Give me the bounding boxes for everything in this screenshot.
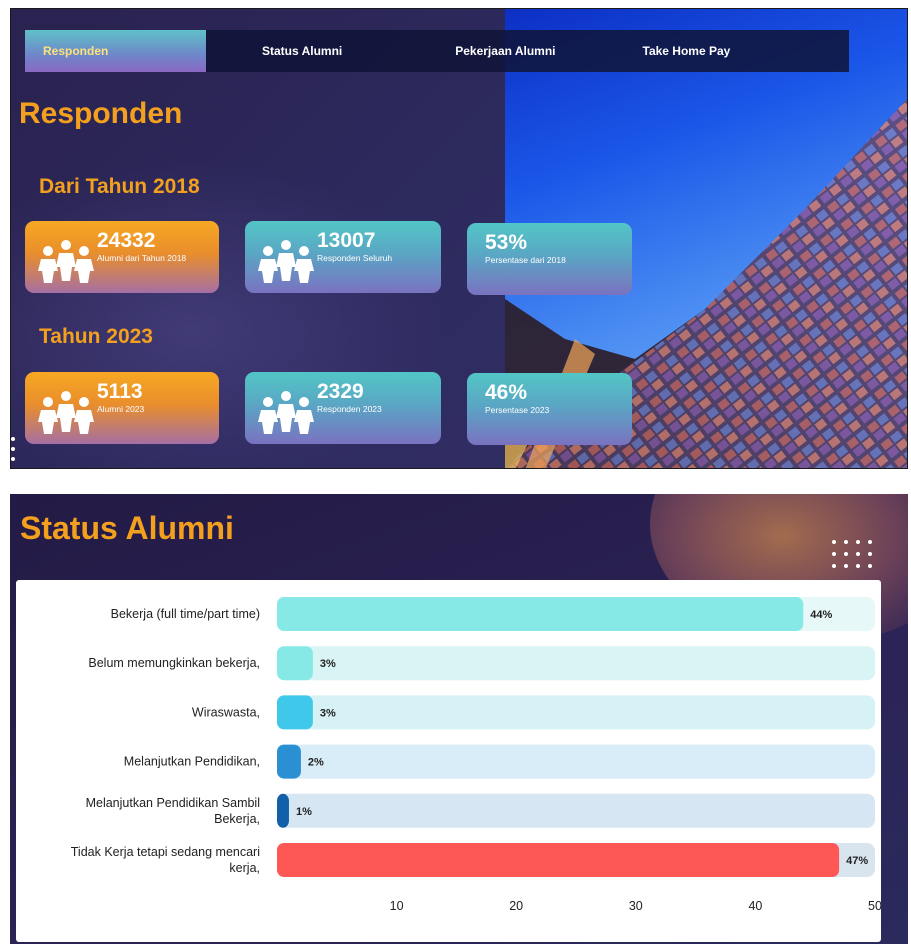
category-label: Bekerja, — [214, 812, 260, 826]
data-label: 3% — [320, 707, 336, 719]
card-value: 46% — [485, 381, 528, 404]
category-label: Melanjutkan Pendidikan, — [124, 755, 260, 769]
responden-panel: Responden Status Alumni Pekerjaan Alumni… — [10, 8, 908, 469]
card-label: Alumni 2023 — [97, 404, 145, 414]
bar — [277, 597, 804, 631]
bar-chart: 44% Bekerja (full time/part time) 3% Belum … — [71, 597, 881, 913]
card-persentase-2018: 53% Persentase dari 2018 — [467, 223, 632, 295]
bar — [277, 646, 313, 681]
x-tick-label: 50 — [868, 899, 881, 913]
card-responden-2023: 2329 Responden 2023 — [245, 372, 441, 444]
nav-tab-take-home-pay[interactable]: Take Home Pay — [556, 30, 731, 72]
card-label: Persentase 2023 — [485, 405, 550, 415]
card-persentase-2023: 46% Persentase 2023 — [467, 373, 632, 445]
nav-tab-pekerjaan-alumni[interactable]: Pekerjaan Alumni — [342, 30, 555, 72]
category-label: Belum memungkinkan bekerja, — [88, 656, 260, 670]
category-label: Melanjutkan Pendidikan Sambil — [86, 796, 260, 810]
bar-track — [277, 793, 875, 828]
nav-tab-responden[interactable]: Responden — [25, 30, 206, 72]
page-title: Responden — [19, 97, 183, 130]
card-value: 13007 — [317, 229, 376, 252]
card-value: 5113 — [97, 380, 143, 403]
card-responden-seluruh: 13007 Responden Seluruh — [245, 221, 441, 293]
status-alumni-title: Status Alumni — [20, 510, 234, 546]
top-navigation: Responden Status Alumni Pekerjaan Alumni… — [25, 30, 849, 72]
section-title-2018: Dari Tahun 2018 — [39, 175, 200, 198]
status-alumni-chart: 44% Bekerja (full time/part time) 3% Belum … — [16, 580, 881, 942]
bar — [277, 793, 289, 828]
people-icon — [38, 391, 94, 434]
x-tick-label: 40 — [748, 899, 762, 913]
card-label: Alumni dari Tahun 2018 — [97, 253, 187, 263]
bar — [277, 843, 840, 877]
data-label: 2% — [308, 757, 324, 769]
data-label: 44% — [810, 609, 832, 621]
card-value: 24332 — [97, 229, 156, 252]
card-alumni-2023: 5113 Alumni 2023 — [25, 372, 219, 444]
people-icon — [258, 391, 314, 434]
category-label: Tidak Kerja tetapi sedang mencari — [71, 845, 260, 859]
x-tick-label: 20 — [509, 899, 523, 913]
x-tick-label: 30 — [629, 899, 643, 913]
bar-track — [277, 744, 875, 779]
category-label: Wiraswasta, — [192, 705, 260, 719]
bar-track — [277, 695, 875, 730]
card-label: Persentase dari 2018 — [485, 255, 566, 265]
card-value: 2329 — [317, 380, 364, 403]
status-alumni-panel: Status Alumni 44% Bekerja (full time/part… — [10, 494, 908, 944]
data-label: 47% — [846, 855, 868, 867]
decorative-dots — [11, 437, 17, 467]
card-alumni-2018: 24332 Alumni dari Tahun 2018 — [25, 221, 219, 293]
category-label: kerja, — [229, 861, 260, 875]
nav-tab-status-alumni[interactable]: Status Alumni — [206, 30, 342, 72]
people-icon — [258, 240, 314, 283]
category-label: Bekerja (full time/part time) — [111, 607, 260, 621]
data-label: 1% — [296, 806, 312, 818]
section-title-2023: Tahun 2023 — [39, 325, 153, 348]
people-icon — [38, 240, 94, 283]
bar-track — [277, 646, 875, 681]
x-tick-label: 10 — [390, 899, 404, 913]
card-value: 53% — [485, 231, 528, 254]
card-label: Responden Seluruh — [317, 253, 393, 263]
card-label: Responden 2023 — [317, 404, 382, 414]
bar — [277, 744, 301, 779]
data-label: 3% — [320, 658, 336, 670]
bar — [277, 695, 313, 730]
